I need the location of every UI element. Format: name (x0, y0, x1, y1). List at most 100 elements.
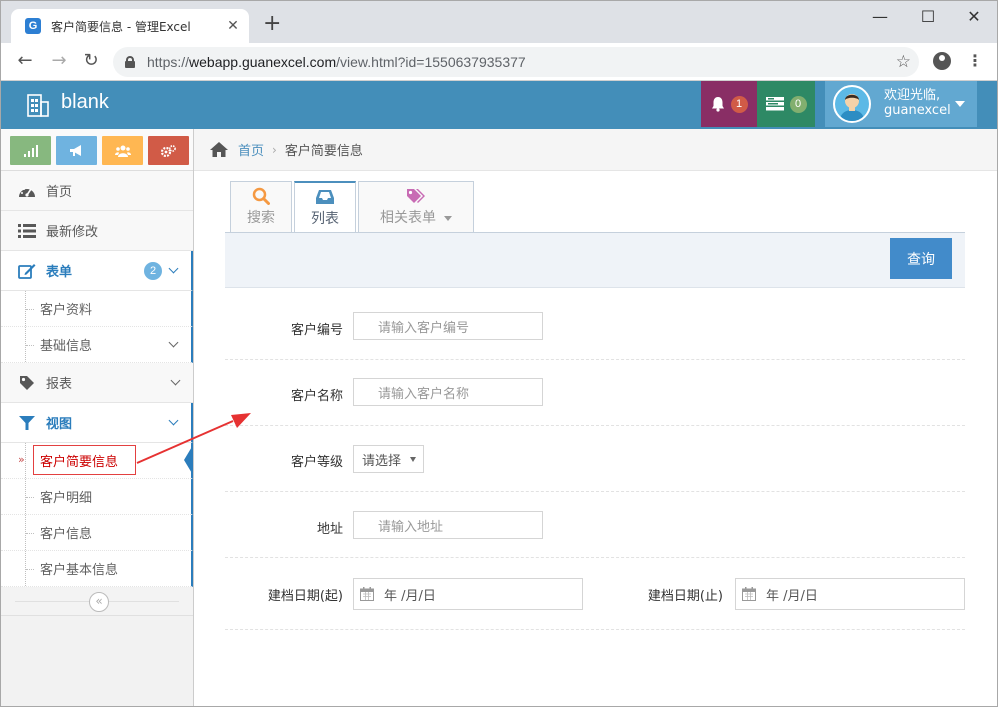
sidebar-subitem-label: 基础信息 (40, 339, 93, 354)
sidebar-item-label: 表单 (46, 265, 73, 280)
sidebar-item-label: 首页 (46, 185, 73, 200)
profile-icon[interactable] (933, 52, 951, 70)
back-button[interactable]: ← (13, 51, 37, 71)
reload-button[interactable]: ↻ (79, 51, 103, 71)
chevron-down-icon (168, 263, 179, 274)
notifications-button[interactable]: 1 (701, 81, 757, 127)
user-menu[interactable]: 欢迎光临, guanexcel (825, 81, 977, 127)
sidebar-item-recent[interactable]: 最新修改 (1, 211, 193, 251)
address-bar[interactable]: https://webapp.guanexcel.com/view.html?i… (113, 47, 919, 77)
customer-no-input[interactable]: 请输入客户编号 (353, 312, 543, 340)
customer-name-input[interactable]: 请输入客户名称 (353, 378, 543, 406)
sidebar-item-home[interactable]: 首页 (1, 171, 193, 211)
close-window-button[interactable]: ✕ (951, 5, 997, 29)
notifications-badge: 1 (730, 95, 748, 113)
customer-level-label: 客户等级 (290, 455, 343, 470)
calendar-icon (742, 587, 756, 601)
date-end-label: 建档日期(止) (647, 589, 723, 604)
sidebar-subitem-label: 客户基本信息 (40, 563, 119, 578)
sidebar-collapse-button[interactable]: « (89, 592, 109, 612)
building-icon (27, 94, 49, 117)
tab-related-forms[interactable]: 相关表单 (358, 181, 474, 232)
sidebar-subitem-label: 客户资料 (40, 303, 93, 318)
list-icon (17, 222, 37, 240)
bullhorn-icon (70, 144, 81, 156)
tasks-badge: 0 (789, 95, 807, 113)
shortcut-cogs-button[interactable] (148, 136, 189, 165)
select-arrow-icon (410, 457, 416, 462)
chevron-down-icon (170, 375, 181, 386)
forward-button[interactable]: → (47, 51, 71, 71)
sidebar-subitem-customer-basic[interactable]: 客户基本信息 (1, 551, 193, 587)
filter-icon (17, 414, 37, 432)
breadcrumb: 首页 › 客户简要信息 (194, 129, 997, 171)
breadcrumb-home-link[interactable]: 首页 (238, 140, 264, 159)
minimize-button[interactable]: — (857, 5, 903, 29)
date-end-input[interactable]: 年 /月/日 (735, 578, 965, 610)
browser-tab[interactable]: G 客户简要信息 - 管理Excel ✕ (11, 9, 249, 43)
sidebar-subitem-customer-info[interactable]: 客户信息 (1, 515, 193, 551)
tab-search[interactable]: 搜索 (230, 181, 292, 232)
bookmark-star-icon[interactable]: ☆ (896, 52, 911, 72)
inbox-icon (316, 190, 334, 204)
users-icon (114, 145, 131, 157)
query-button[interactable]: 查询 (890, 238, 952, 279)
highlight-box (33, 445, 136, 475)
sidebar-item-views[interactable]: 视图 (1, 403, 193, 443)
customer-level-value: 请选择 (362, 453, 402, 469)
tab-label: 相关表单 (359, 207, 473, 227)
shortcut-signal-button[interactable] (10, 136, 51, 165)
shortcut-bullhorn-button[interactable] (56, 136, 97, 165)
active-pointer-icon (184, 445, 193, 475)
user-greeting: 欢迎光临, (884, 88, 941, 103)
breadcrumb-separator: › (272, 142, 277, 157)
date-start-label: 建档日期(起) (267, 589, 343, 604)
chevron-down-icon (168, 415, 179, 426)
form-row-customer-no: 客户编号 请输入客户编号 (225, 294, 965, 360)
new-tab-button[interactable]: + (263, 13, 281, 35)
browser-menu-icon[interactable]: ⋮ (967, 52, 983, 70)
customer-no-label: 客户编号 (290, 323, 343, 338)
brand-title[interactable]: blank (61, 91, 109, 114)
tab-close-icon[interactable]: ✕ (223, 18, 243, 34)
maximize-button[interactable]: ☐ (905, 5, 951, 29)
url-text: https://webapp.guanexcel.com/view.html?i… (147, 54, 526, 70)
tasks-button[interactable]: 0 (757, 81, 815, 127)
sidebar-subitem-customer-detail[interactable]: 客户明细 (1, 479, 193, 515)
app-header: blank 1 0 欢迎光临, guanexcel (1, 81, 997, 129)
search-toolbar: 查询 (225, 232, 965, 288)
sidebar-subitem-label: 客户明细 (40, 491, 93, 506)
address-label: 地址 (316, 522, 343, 537)
browser-tabbar: G 客户简要信息 - 管理Excel ✕ + — ☐ ✕ (1, 1, 997, 43)
cogs-icon (161, 144, 176, 157)
edit-icon (17, 262, 37, 280)
chevron-down-icon (168, 337, 179, 348)
sidebar-subitem-label: 客户信息 (40, 527, 93, 542)
sidebar-item-label: 视图 (46, 417, 73, 432)
sidebar-item-reports[interactable]: 报表 (1, 363, 193, 403)
tags-icon (407, 189, 425, 203)
home-icon (210, 142, 228, 157)
bell-icon (711, 97, 724, 112)
sidebar-item-label: 最新修改 (46, 225, 99, 240)
tab-list[interactable]: 列表 (294, 181, 356, 233)
date-end-placeholder: 年 /月/日 (766, 588, 818, 604)
sidebar-shortcuts (1, 129, 193, 171)
tag-icon (17, 374, 37, 392)
caret-down-icon (955, 101, 965, 107)
sidebar-collapse-bar: « (1, 588, 193, 616)
sidebar-subitem-basic-info[interactable]: 基础信息 (1, 327, 193, 363)
lock-icon (125, 56, 135, 68)
customer-level-select[interactable]: 请选择 (353, 445, 424, 473)
tab-title: 客户简要信息 - 管理Excel (51, 19, 191, 34)
form-row-create-date: 建档日期(起) 年 /月/日 建档日期(止) 年 /月/日 (225, 558, 965, 630)
sidebar-subitem-customer-data[interactable]: 客户资料 (1, 291, 193, 327)
avatar (833, 85, 871, 123)
form-row-customer-level: 客户等级 请选择 (225, 426, 965, 492)
sidebar-subitem-customer-brief[interactable]: » 客户简要信息 (1, 443, 193, 479)
address-input[interactable]: 请输入地址 (353, 511, 543, 539)
shortcut-users-button[interactable] (102, 136, 143, 165)
sidebar-item-forms[interactable]: 表单 2 (1, 251, 193, 291)
search-icon (252, 187, 270, 205)
date-start-input[interactable]: 年 /月/日 (353, 578, 583, 610)
